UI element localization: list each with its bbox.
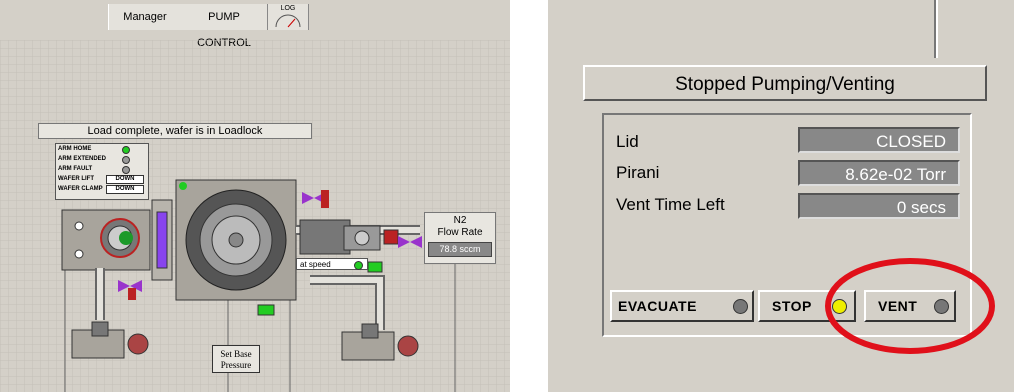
divider-line-shadow bbox=[934, 0, 936, 58]
vent-time-label: Vent Time Left bbox=[616, 195, 725, 214]
n2-flow-rate-box: N2 Flow Rate 78.8 sccm bbox=[424, 212, 496, 264]
vent-time-value: 0 secs bbox=[798, 193, 960, 219]
vent-led bbox=[934, 299, 949, 314]
flow-rate-label: Flow Rate bbox=[437, 227, 483, 238]
stop-button[interactable]: STOP bbox=[758, 290, 856, 322]
stop-led bbox=[832, 299, 847, 314]
evacuate-led bbox=[733, 299, 748, 314]
pirani-label: Pirani bbox=[616, 163, 660, 182]
vent-button[interactable]: VENT bbox=[864, 290, 956, 322]
lid-label: Lid bbox=[616, 132, 639, 151]
turbo-status: at speed bbox=[296, 258, 368, 270]
vent-valve-top bbox=[302, 190, 329, 208]
pump-state-title: Stopped Pumping/Venting bbox=[583, 65, 987, 101]
pirani-value: 8.62e-02 Torr bbox=[798, 160, 960, 186]
process-schematic bbox=[61, 179, 456, 392]
turbo-led bbox=[354, 261, 363, 270]
set-base-pressure-button[interactable]: Set Base Pressure bbox=[212, 345, 260, 373]
loadlock-vent-valve bbox=[118, 280, 142, 300]
flow-rate-value: 78.8 sccm bbox=[428, 242, 492, 257]
lid-value: CLOSED bbox=[798, 127, 960, 153]
evacuate-button[interactable]: EVACUATE bbox=[610, 290, 754, 322]
rough-pump-left bbox=[71, 321, 149, 359]
vent-control-panel: Stopped Pumping/Venting Lid CLOSED Piran… bbox=[548, 0, 1014, 392]
flow-gas-label: N2 bbox=[453, 215, 467, 226]
process-chamber bbox=[175, 179, 297, 301]
n2-valve bbox=[398, 236, 422, 248]
loadlock-chamber bbox=[61, 209, 151, 271]
pump-control-panel: Manager PUMP CONTROL LOG Load complete, … bbox=[0, 0, 510, 392]
divider-line bbox=[936, 0, 938, 58]
